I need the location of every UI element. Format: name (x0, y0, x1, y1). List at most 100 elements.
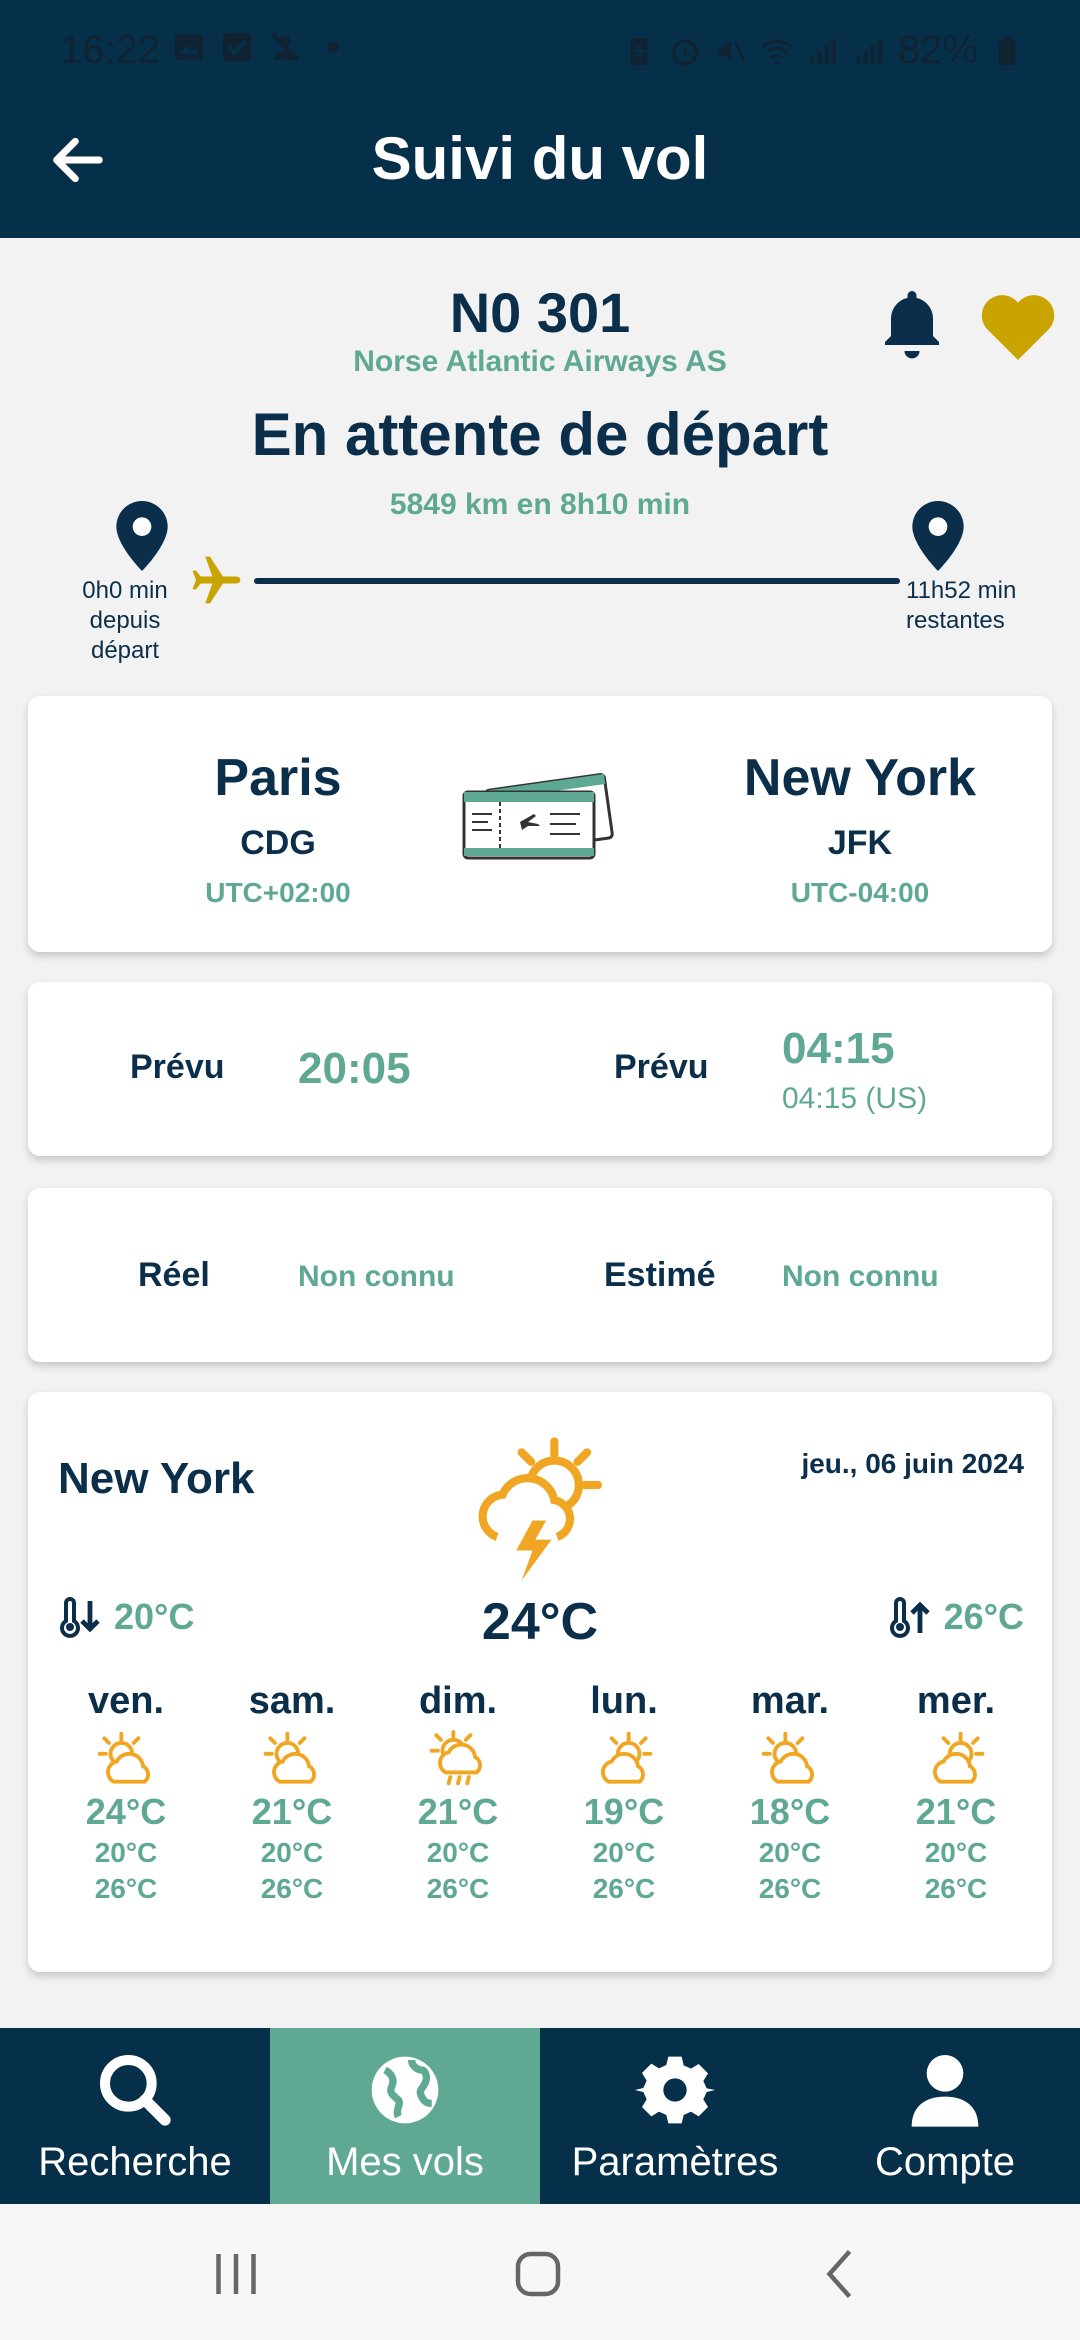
scheduled-departure-label: Prévu (130, 1048, 225, 1086)
flight-status: En attente de départ (251, 401, 829, 468)
origin-code: CDG (240, 824, 316, 862)
actual-departure-label: Réel (138, 1256, 210, 1294)
nav-item-parametres[interactable]: Paramètres (540, 2028, 810, 2204)
ticket-icon (462, 773, 614, 860)
forecast-day: ven. 24°C 20°C 26°C (43, 1680, 209, 1905)
gallery-icon (174, 34, 204, 60)
weather-max-temp: 26°C (943, 1596, 1024, 1637)
estimated-arrival-label: Estimé (604, 1256, 716, 1294)
plane-icon (192, 556, 241, 604)
forecast-min: 20°C (758, 1837, 822, 1868)
forecast-day: mer. 21°C 20°C 26°C (873, 1680, 1039, 1905)
weather-max: 26°C (886, 1592, 1024, 1642)
nav-label: Compte (874, 2140, 1016, 2184)
forecast-temp: 24°C (85, 1791, 167, 1832)
search-icon (100, 2055, 171, 2126)
nav-item-mes-vols[interactable]: Mes vols (270, 2028, 540, 2204)
remaining-line: restantes (906, 607, 1005, 634)
forecast-min: 20°C (426, 1837, 490, 1868)
actual-departure-value: Non connu (298, 1260, 455, 1293)
forecast-min: 20°C (924, 1837, 988, 1868)
origin-pin-icon (116, 501, 168, 571)
origin-timezone: UTC+02:00 (205, 877, 351, 908)
scheduled-arrival-label: Prévu (614, 1048, 709, 1086)
app-header: 16:22 82% Suivi du vol (0, 0, 1080, 238)
partly-sunny-icon (761, 1731, 814, 1784)
forecast-max: 26°C (592, 1873, 656, 1904)
forecast-temp: 21°C (915, 1791, 997, 1832)
weather-city: New York (58, 1454, 255, 1503)
forecast-temp: 21°C (251, 1791, 333, 1832)
forecast-day-name: dim. (418, 1680, 498, 1722)
bell-icon[interactable] (876, 285, 948, 363)
route-card: Paris CDG UTC+02:00 New York JFK UTC-04:… (28, 696, 1052, 952)
forecast-max: 26°C (924, 1873, 988, 1904)
origin-info: Paris CDG UTC+02:00 (128, 748, 428, 909)
weather-forecast: ven. 24°C 20°C 26°C sam. 21°C 20°C 26°C … (28, 1680, 1052, 1905)
scheduled-times-card: Prévu 20:05 Prévu 04:15 04:15 (US) (28, 982, 1052, 1156)
alarm-icon (671, 38, 699, 66)
home-icon[interactable] (508, 2244, 568, 2304)
forecast-temp: 21°C (417, 1791, 499, 1832)
globe-icon (371, 2056, 439, 2124)
forecast-temp: 19°C (583, 1791, 665, 1832)
weather-min-temp: 20°C (114, 1596, 195, 1637)
destination-info: New York JFK UTC-04:00 (710, 748, 1010, 909)
nav-label: Mes vols (326, 2140, 484, 2184)
forecast-max: 26°C (426, 1873, 490, 1904)
forecast-day: dim. 21°C 20°C 26°C (375, 1680, 541, 1905)
forecast-day: mar. 18°C 20°C 26°C (707, 1680, 873, 1905)
elapsed-line: départ (90, 637, 160, 664)
nav-item-recherche[interactable]: Recherche (0, 2028, 270, 2204)
thermometer-up-icon (889, 1596, 930, 1638)
dot-icon (327, 41, 339, 53)
signal-icon (856, 39, 882, 64)
remaining-line: 11h52 min (906, 577, 1017, 604)
check-square-icon (222, 32, 252, 62)
system-navigation-bar (0, 2204, 1080, 2340)
page-title: Suivi du vol (371, 125, 709, 192)
sun-cloud-rain-icon (429, 1730, 482, 1786)
battery-icon (998, 36, 1016, 65)
nav-label: Recherche (38, 2140, 232, 2184)
forecast-day-name: ven. (87, 1680, 165, 1722)
heart-icon[interactable] (978, 290, 1058, 360)
signal-icon (810, 39, 836, 64)
wifi-icon (761, 39, 793, 65)
nav-item-compte[interactable]: Compte (810, 2028, 1080, 2204)
partly-sunny-icon (263, 1731, 316, 1784)
forecast-max: 26°C (758, 1873, 822, 1904)
back-icon[interactable] (812, 2244, 872, 2304)
elapsed-line: depuis (89, 607, 161, 634)
forecast-temp: 18°C (749, 1791, 831, 1832)
actual-times-card: Réel Non connu Estimé Non connu (28, 1188, 1052, 1362)
thermometer-down-icon (60, 1596, 100, 1638)
forecast-max: 26°C (260, 1873, 324, 1904)
forecast-day-name: sam. (248, 1680, 336, 1722)
gear-icon (635, 2056, 715, 2124)
battery-percent: 82% (897, 28, 978, 72)
sun-cloud-lightning-icon (478, 1437, 603, 1581)
elapsed-time: 0h0 min depuis départ (70, 576, 180, 666)
status-icons-right: 82% (622, 28, 1024, 73)
forecast-day: sam. 21°C 20°C 26°C (209, 1680, 375, 1905)
weather-card: New York jeu., 06 juin 2024 24°C 20°C 26… (28, 1392, 1052, 1972)
forecast-min: 20°C (94, 1837, 158, 1868)
elapsed-line: 0h0 min (82, 577, 168, 604)
forecast-max: 26°C (94, 1873, 158, 1904)
user-icon (911, 2055, 979, 2127)
scheduled-departure-time: 20:05 (298, 1044, 411, 1093)
forecast-day-name: lun. (590, 1680, 658, 1722)
status-bar: 16:22 82% (0, 0, 1080, 100)
status-time: 16:22 (60, 28, 161, 72)
partly-sunny-icon (600, 1731, 653, 1784)
origin-city: Paris (214, 749, 342, 807)
partly-sunny-icon (97, 1731, 150, 1784)
scheduled-arrival-time: 04:15 (782, 1024, 895, 1073)
forecast-day-name: mer. (916, 1680, 996, 1722)
estimated-arrival-value: Non connu (782, 1260, 939, 1293)
status-icons-left (172, 30, 350, 64)
forecast-min: 20°C (592, 1837, 656, 1868)
destination-code: JFK (827, 824, 893, 862)
recent-apps-icon[interactable] (206, 2244, 266, 2304)
